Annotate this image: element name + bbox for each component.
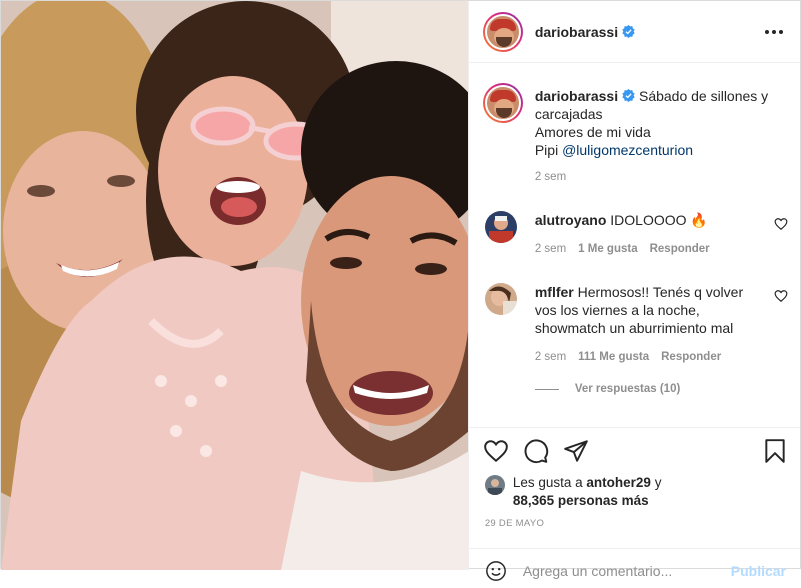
commenter-avatar[interactable] <box>484 211 517 243</box>
likes-conj: y <box>654 475 662 490</box>
likes-text: Les gusta a antoher29 y 88,365 personas … <box>513 474 662 510</box>
caption-mention-link[interactable]: @luligomezcenturion <box>562 142 693 158</box>
more-options-icon[interactable] <box>762 20 786 44</box>
save-bookmark-icon[interactable] <box>762 438 788 464</box>
caption-line-3: Amores de mi vida <box>534 124 651 140</box>
comment-time[interactable]: 2 sem <box>535 243 566 255</box>
post-photo[interactable] <box>1 1 468 570</box>
comment-body: IDOLOOOO 🔥 <box>610 212 708 228</box>
verified-badge-icon <box>622 89 635 102</box>
add-comment-bar: Publicar <box>468 548 800 588</box>
comment-likes[interactable]: 111 Me gusta <box>578 351 649 363</box>
liker-avatar[interactable] <box>484 475 505 495</box>
comment-item: mflfer Hermosos!! Tenés q volver vos los… <box>483 283 788 363</box>
post-date[interactable]: 29 DE MAYO <box>485 518 544 529</box>
comment-username[interactable]: alutroyano <box>535 212 607 228</box>
likes-prefix: Les gusta a <box>512 475 583 490</box>
likes-count[interactable]: 88,365 personas más <box>513 493 649 508</box>
comment-item: alutroyano IDOLOOOO 🔥 2 sem 1 Me gusta R… <box>483 211 788 255</box>
commenter-avatar[interactable] <box>484 283 517 315</box>
emoji-smiley-icon[interactable] <box>485 560 507 582</box>
instagram-post: dariobarassi dariobarassi Sábado de sill… <box>0 0 801 581</box>
like-comment-heart-icon[interactable] <box>774 289 788 303</box>
comment-body-line-3: showmatch un aburrimiento mal <box>534 320 734 336</box>
likes-summary: Les gusta a antoher29 y 88,365 personas … <box>484 474 662 510</box>
comment-meta: 2 sem 1 Me gusta Responder <box>535 243 788 255</box>
caption-line-1: Sábado de sillones y <box>638 88 769 104</box>
post-caption: dariobarassi Sábado de sillones y carcaj… <box>482 83 783 183</box>
comment-username[interactable]: mflfer <box>535 284 574 300</box>
liker-username[interactable]: antoher29 <box>586 475 651 490</box>
comment-time[interactable]: 2 sem <box>535 351 566 363</box>
like-heart-icon[interactable] <box>483 438 509 464</box>
post-side-panel: dariobarassi dariobarassi Sábado de sill… <box>467 1 800 581</box>
author-username[interactable]: dariobarassi <box>535 24 618 40</box>
caption-timestamp[interactable]: 2 sem <box>535 171 783 183</box>
family-photo-illustration <box>1 1 468 570</box>
post-actions-section: Les gusta a antoher29 y 88,365 personas … <box>468 427 800 581</box>
view-replies-label: Ver respuestas (10) <box>574 383 681 395</box>
caption-line-2: carcajadas <box>534 106 603 122</box>
comment-text: alutroyano IDOLOOOO 🔥 <box>535 211 788 229</box>
comment-input[interactable] <box>522 562 723 579</box>
comment-likes[interactable]: 1 Me gusta <box>578 243 637 255</box>
caption-avatar[interactable] <box>482 83 523 123</box>
caption-text: dariobarassi Sábado de sillones y carcaj… <box>535 83 783 159</box>
verified-badge-icon <box>622 25 635 38</box>
like-comment-heart-icon[interactable] <box>774 217 788 231</box>
view-replies-button[interactable]: Ver respuestas (10) <box>534 383 681 395</box>
replies-divider <box>534 388 559 390</box>
comment-text: mflfer Hermosos!! Tenés q volver vos los… <box>535 283 788 337</box>
post-header: dariobarassi <box>468 1 800 63</box>
share-paper-plane-icon[interactable] <box>563 438 589 464</box>
caption-pipi: Pipi <box>534 142 559 158</box>
comment-reply-button[interactable]: Responder <box>661 351 721 363</box>
caption-username[interactable]: dariobarassi <box>535 88 618 104</box>
comment-bubble-icon[interactable] <box>523 438 549 464</box>
comment-body-line-1: Hermosos!! Tenés q volver <box>577 284 744 300</box>
comment-reply-button[interactable]: Responder <box>650 243 710 255</box>
publish-button[interactable]: Publicar <box>731 563 786 579</box>
comment-meta: 2 sem 111 Me gusta Responder <box>535 351 788 363</box>
author-avatar[interactable] <box>482 11 523 52</box>
action-bar <box>483 438 788 466</box>
comment-body-line-2: vos los viernes a la noche, <box>534 302 700 318</box>
